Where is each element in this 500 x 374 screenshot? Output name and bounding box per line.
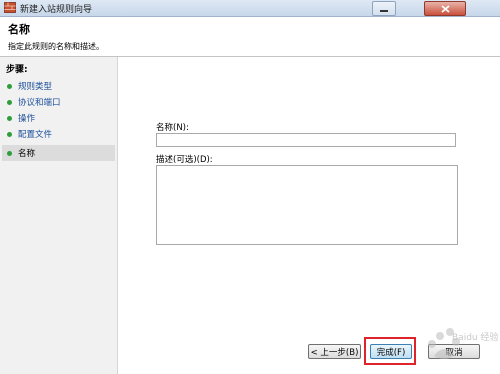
name-input[interactable]	[156, 133, 456, 147]
sidebar-item-label: 操作	[18, 114, 36, 124]
sidebar-item-profile[interactable]: 配置文件	[2, 126, 115, 142]
sidebar-item-rule-type[interactable]: 规则类型	[2, 78, 115, 94]
highlight-annotation	[364, 337, 416, 365]
sidebar-item-label: 配置文件	[18, 130, 53, 140]
firewall-icon	[4, 2, 16, 13]
name-label: 名称(N):	[156, 123, 189, 133]
sidebar-item-name[interactable]: 名称	[2, 145, 115, 161]
step-bullet-icon	[7, 150, 12, 156]
close-icon	[440, 4, 450, 13]
description-textarea[interactable]	[156, 165, 458, 245]
step-bullet-icon	[7, 99, 12, 105]
page-header: 名称 指定此规则的名称和描述。	[0, 17, 500, 57]
steps-sidebar: 步骤: 规则类型 协议和端口 操作 配置文件 名称	[0, 57, 118, 374]
watermark-text: Baidu 经验	[452, 333, 499, 343]
steps-label: 步骤:	[6, 65, 28, 75]
minimize-button[interactable]	[372, 1, 396, 16]
sidebar-item-label: 名称	[18, 149, 36, 159]
sidebar-item-label: 规则类型	[18, 82, 53, 92]
page-description: 指定此规则的名称和描述。	[8, 42, 104, 51]
page-title: 名称	[8, 23, 30, 36]
title-bar: 新建入站规则向导	[0, 0, 500, 17]
step-bullet-icon	[7, 83, 12, 89]
sidebar-item-protocol-ports[interactable]: 协议和端口	[2, 94, 115, 110]
back-button[interactable]: < 上一步(B)	[308, 344, 361, 359]
step-bullet-icon	[7, 131, 12, 137]
window-title: 新建入站规则向导	[20, 5, 93, 15]
step-bullet-icon	[7, 115, 12, 121]
minimize-icon	[380, 9, 388, 12]
sidebar-item-label: 协议和端口	[18, 98, 61, 108]
close-button[interactable]	[424, 1, 466, 16]
description-label: 描述(可选)(D):	[156, 155, 213, 165]
sidebar-item-action[interactable]: 操作	[2, 110, 115, 126]
